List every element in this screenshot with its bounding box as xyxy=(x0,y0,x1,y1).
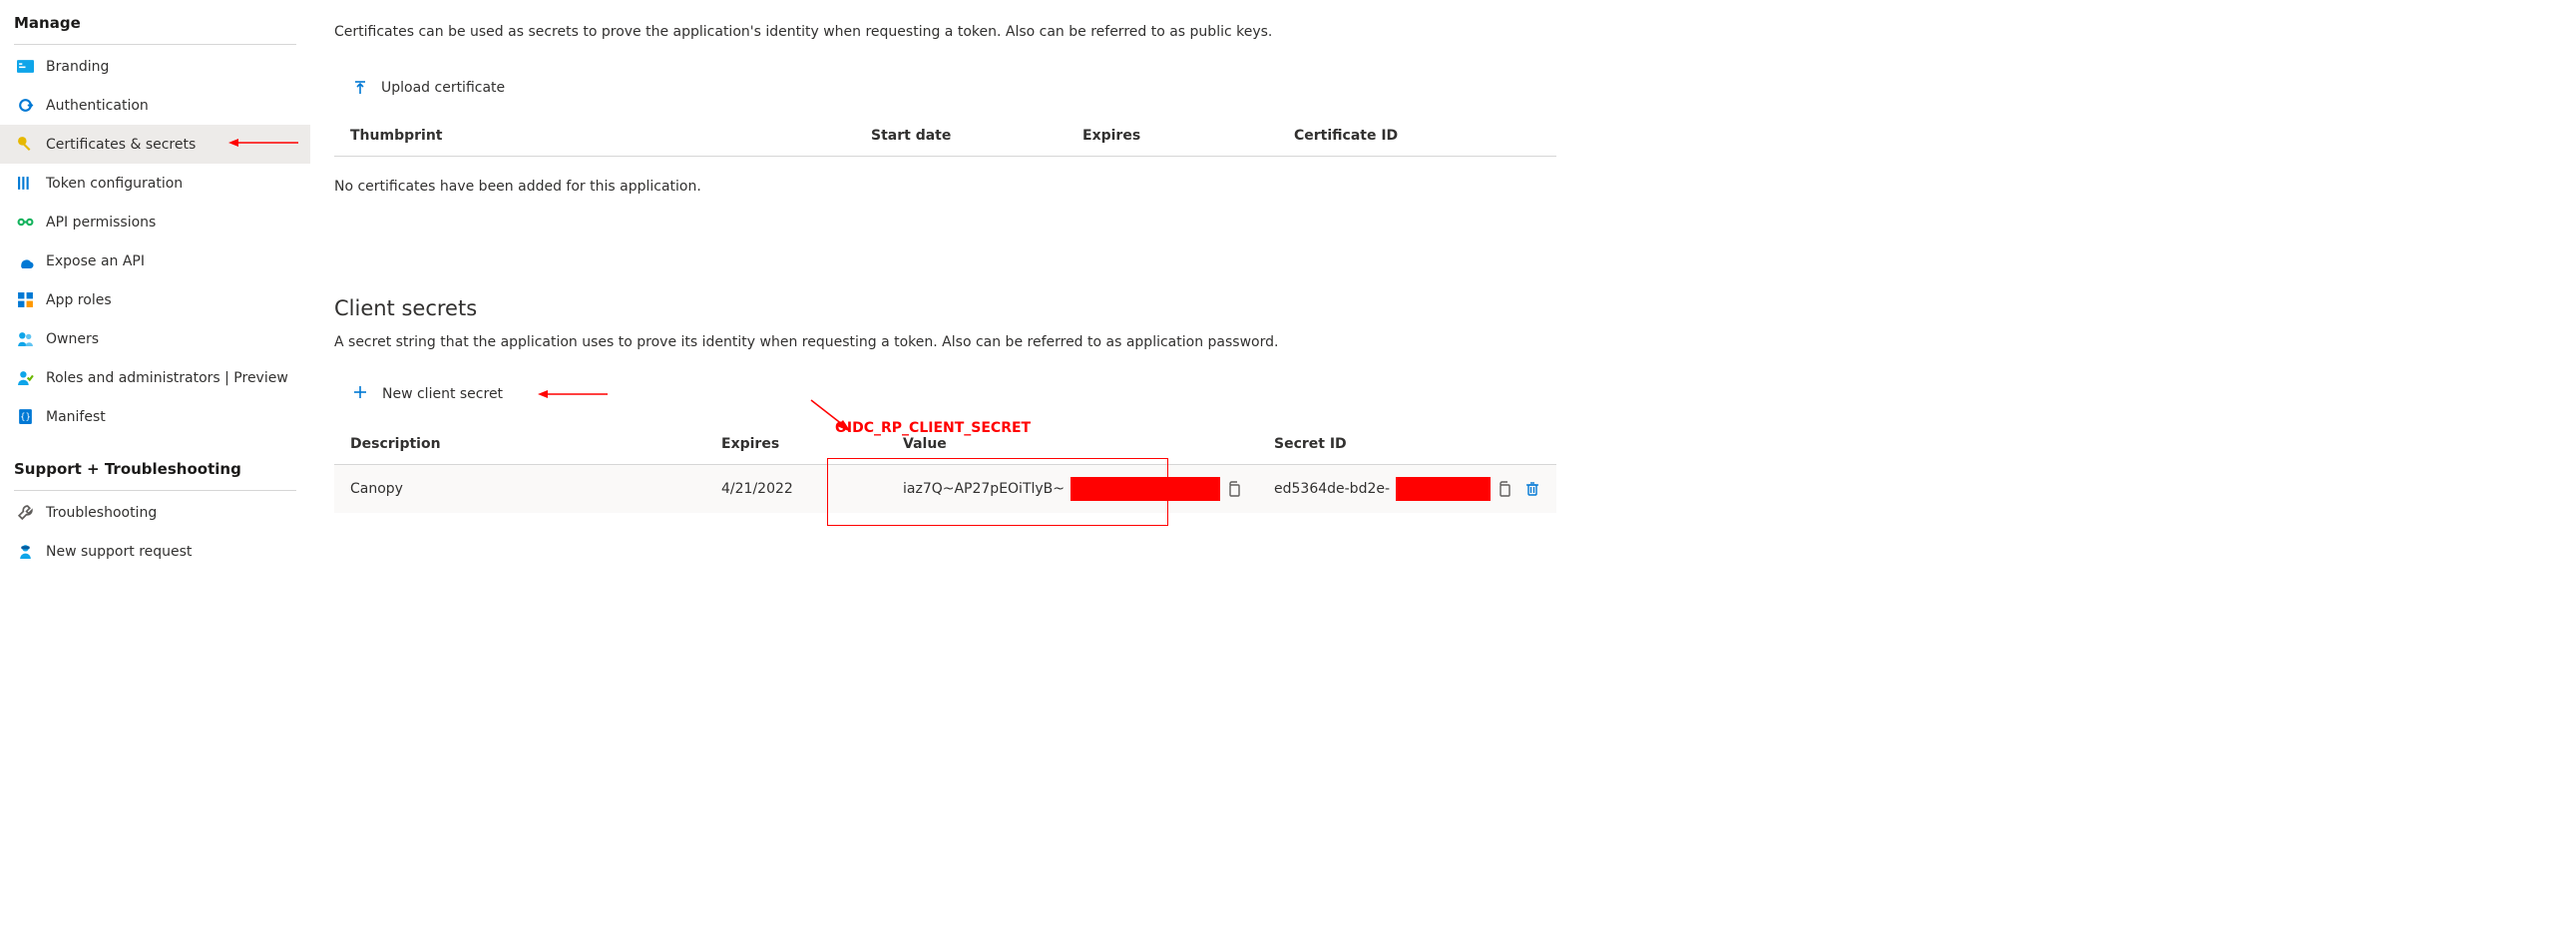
sidebar: Manage Branding Authentication Certifica… xyxy=(0,0,310,929)
copy-secret-id-button[interactable] xyxy=(1497,481,1512,497)
annotation-arrow-icon xyxy=(228,136,298,154)
new-client-secret-button[interactable]: New client secret xyxy=(340,378,515,410)
sidebar-item-token-configuration[interactable]: Token configuration xyxy=(0,164,310,203)
sidebar-item-api-permissions[interactable]: API permissions xyxy=(0,203,310,241)
sidebar-item-label: Branding xyxy=(46,59,109,75)
manifest-icon: {} xyxy=(17,408,34,425)
support-icon xyxy=(17,543,34,560)
sidebar-item-label: Manifest xyxy=(46,409,106,425)
secret-value-prefix: iaz7Q~AP27pEOiTlyB~ xyxy=(903,481,1065,497)
col-start-date: Start date xyxy=(855,116,1067,157)
copy-value-button[interactable] xyxy=(1226,481,1242,497)
svg-text:{}: {} xyxy=(20,413,31,423)
certificates-table: Thumbprint Start date Expires Certificat… xyxy=(334,116,1556,157)
col-expires: Expires xyxy=(1067,116,1278,157)
col-expires: Expires xyxy=(705,424,887,465)
sidebar-group-manage: Manage xyxy=(0,8,310,40)
col-certificate-id: Certificate ID xyxy=(1278,116,1556,157)
col-value: Value xyxy=(887,424,1258,465)
sidebar-item-label: Token configuration xyxy=(46,176,183,192)
sidebar-item-branding[interactable]: Branding xyxy=(0,47,310,86)
col-secret-id: Secret ID xyxy=(1258,424,1556,465)
sidebar-item-certificates-secrets[interactable]: Certificates & secrets xyxy=(0,125,310,164)
client-secrets-heading: Client secrets xyxy=(334,296,1556,320)
sidebar-item-manifest[interactable]: {} Manifest xyxy=(0,397,310,436)
api-permissions-icon xyxy=(17,214,34,231)
main-content: Certificates can be used as secrets to p… xyxy=(310,0,1576,929)
owners-icon xyxy=(17,330,34,347)
sidebar-item-expose-api[interactable]: Expose an API xyxy=(0,241,310,280)
sidebar-group-support: Support + Troubleshooting xyxy=(0,454,310,486)
certificates-empty: No certificates have been added for this… xyxy=(334,157,1556,217)
sidebar-item-owners[interactable]: Owners xyxy=(0,319,310,358)
col-description: Description xyxy=(334,424,705,465)
client-secrets-intro: A secret string that the application use… xyxy=(334,334,1556,350)
upload-certificate-label: Upload certificate xyxy=(381,80,505,96)
sidebar-item-label: Expose an API xyxy=(46,253,145,269)
table-row: Canopy 4/21/2022 iaz7Q~AP27pEOiTlyB~ xyxy=(334,465,1556,514)
divider xyxy=(14,44,296,45)
token-icon xyxy=(17,175,34,192)
key-icon xyxy=(17,136,34,153)
sidebar-item-authentication[interactable]: Authentication xyxy=(0,86,310,125)
upload-certificate-button[interactable]: Upload certificate xyxy=(340,74,517,102)
sidebar-item-label: App roles xyxy=(46,292,112,308)
client-secrets-table: Description Expires Value Secret ID Cano… xyxy=(334,424,1556,513)
app-roles-icon xyxy=(17,291,34,308)
sidebar-item-label: Authentication xyxy=(46,98,149,114)
delete-secret-button[interactable] xyxy=(1524,481,1540,497)
sidebar-item-label: Troubleshooting xyxy=(46,505,157,521)
new-client-secret-label: New client secret xyxy=(382,386,503,402)
col-thumbprint: Thumbprint xyxy=(334,116,855,157)
sidebar-item-label: New support request xyxy=(46,544,192,560)
sidebar-item-label: Certificates & secrets xyxy=(46,137,196,153)
cell-secret-id: ed5364de-bd2e- xyxy=(1258,465,1556,514)
cell-expires: 4/21/2022 xyxy=(705,465,887,514)
certificates-intro: Certificates can be used as secrets to p… xyxy=(334,24,1556,40)
redacted-block xyxy=(1396,477,1491,501)
secret-id-prefix: ed5364de-bd2e- xyxy=(1274,481,1390,497)
sidebar-item-troubleshooting[interactable]: Troubleshooting xyxy=(0,493,310,532)
branding-icon xyxy=(17,58,34,75)
sidebar-item-label: Roles and administrators | Preview xyxy=(46,370,288,386)
cell-value: iaz7Q~AP27pEOiTlyB~ xyxy=(887,465,1258,514)
upload-icon xyxy=(352,80,368,96)
divider xyxy=(14,490,296,491)
expose-api-icon xyxy=(17,252,34,269)
sidebar-item-app-roles[interactable]: App roles xyxy=(0,280,310,319)
sidebar-item-label: Owners xyxy=(46,331,99,347)
wrench-icon xyxy=(17,504,34,521)
plus-icon xyxy=(352,384,368,404)
sidebar-item-label: API permissions xyxy=(46,215,156,231)
sidebar-item-roles-administrators[interactable]: Roles and administrators | Preview xyxy=(0,358,310,397)
cell-description: Canopy xyxy=(334,465,705,514)
annotation-arrow-icon xyxy=(538,387,608,405)
redacted-block xyxy=(1071,477,1220,501)
auth-icon xyxy=(17,97,34,114)
sidebar-item-new-support-request[interactable]: New support request xyxy=(0,532,310,571)
roles-admin-icon xyxy=(17,369,34,386)
